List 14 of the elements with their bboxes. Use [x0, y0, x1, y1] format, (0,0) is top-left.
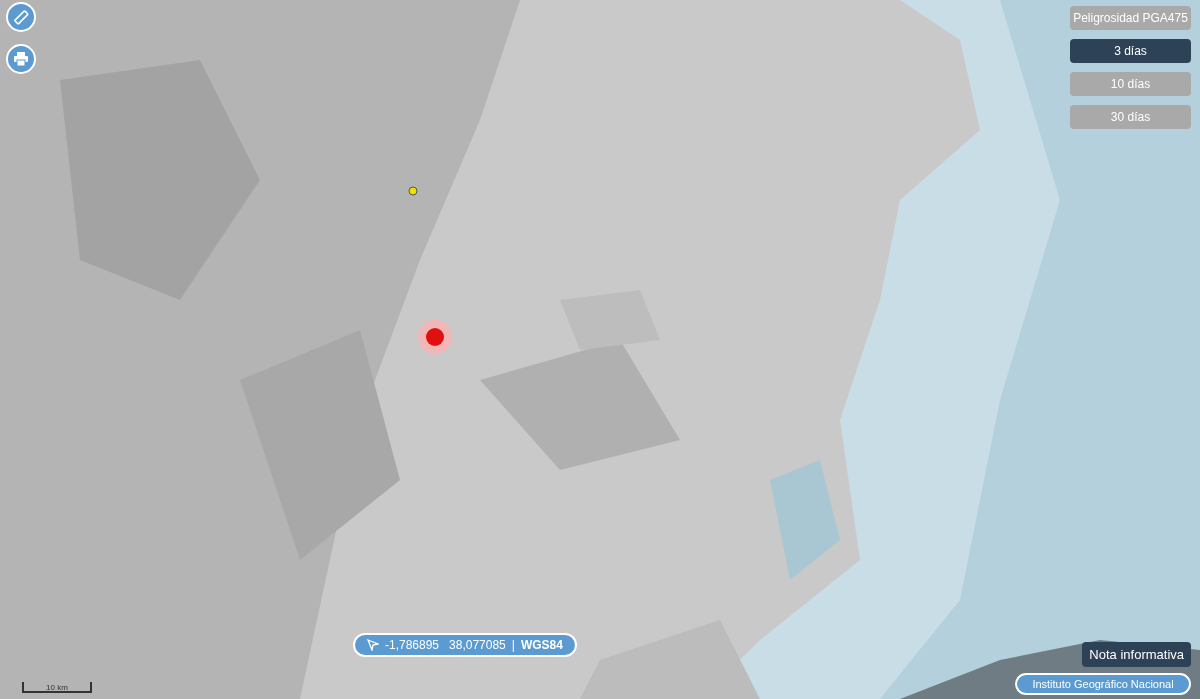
- layer-button[interactable]: 3 días: [1070, 39, 1191, 63]
- ruler-icon: [13, 9, 29, 25]
- info-button[interactable]: Nota informativa: [1082, 642, 1191, 667]
- layer-button[interactable]: 10 días: [1070, 72, 1191, 96]
- layer-button[interactable]: Peligrosidad PGA475: [1070, 6, 1191, 30]
- latitude-text: 38,077085: [449, 637, 506, 654]
- print-icon: [13, 51, 29, 67]
- attribution-link[interactable]: Instituto Geográfico Nacional: [1015, 673, 1191, 695]
- layer-button[interactable]: 30 días: [1070, 105, 1191, 129]
- cursor-icon: [367, 639, 379, 651]
- system-text: WGS84: [520, 637, 563, 654]
- longitude-text: -1,786895: [385, 637, 440, 654]
- separator-text: |: [511, 637, 515, 654]
- scale-label: 10 km: [46, 684, 68, 691]
